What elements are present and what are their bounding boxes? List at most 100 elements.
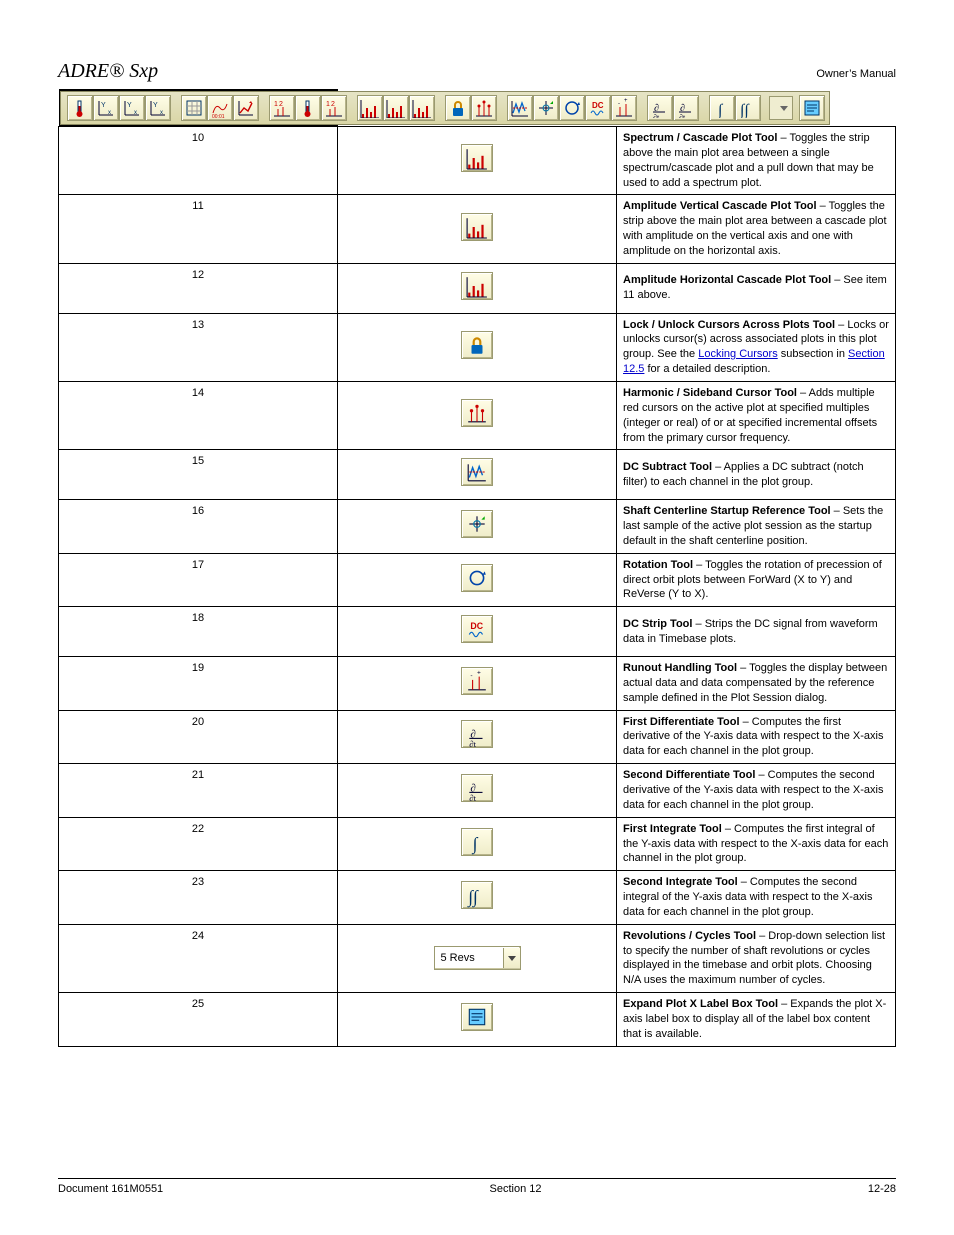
tb-time[interactable]: [207, 95, 233, 121]
revolutions-select-value: 5 Revs: [435, 951, 503, 966]
row-description: Spectrum / Cascade Plot Tool – Toggles t…: [617, 127, 896, 195]
tb-values[interactable]: [295, 95, 321, 121]
table-row: 22First Integrate Tool – Computes the fi…: [59, 817, 896, 871]
expand-label-box-icon: [802, 98, 822, 118]
row-icon-cell: [338, 817, 617, 871]
row-number: 14: [59, 381, 338, 449]
dc-strip-button[interactable]: [461, 615, 493, 643]
expand-label-box-button[interactable]: [461, 1003, 493, 1031]
row-number: 20: [59, 710, 338, 764]
lock-unlock-cursors-button[interactable]: [461, 331, 493, 359]
tb-thermometer[interactable]: [67, 95, 93, 121]
secondary-plot-toolbar: [60, 91, 830, 125]
tb-yminmax-b[interactable]: [119, 95, 145, 121]
chevron-down-icon: [780, 106, 788, 111]
amplitude-vertical-icon: [466, 214, 488, 240]
tool-title: First Integrate Tool: [623, 823, 722, 835]
tb-centerline[interactable]: [533, 95, 559, 121]
revolutions-dropdown[interactable]: [769, 96, 793, 120]
row-description: DC Subtract Tool – Applies a DC subtract…: [617, 450, 896, 500]
row-icon-cell: [338, 657, 617, 711]
table-row: 25Expand Plot X Label Box Tool – Expands…: [59, 993, 896, 1047]
row-number: 19: [59, 657, 338, 711]
tool-title: First Differentiate Tool: [623, 716, 740, 728]
amplitude-horizontal-button[interactable]: [461, 272, 493, 300]
revolutions-select-button[interactable]: [503, 948, 520, 968]
tool-title: DC Strip Tool: [623, 618, 692, 630]
tb-amp-vert[interactable]: [383, 95, 409, 121]
row-icon-cell: [338, 871, 617, 925]
rotation-button[interactable]: [461, 564, 493, 592]
amplitude-vertical-button[interactable]: [461, 213, 493, 241]
axis-12-icon: [272, 98, 292, 118]
tb-d1[interactable]: [647, 95, 673, 121]
footer-section: Section 12: [490, 1183, 542, 1195]
tool-title: Amplitude Vertical Cascade Plot Tool: [623, 200, 817, 212]
values-icon: [298, 98, 318, 118]
tb-dcsub[interactable]: [507, 95, 533, 121]
tb-axis-1p2[interactable]: [269, 95, 295, 121]
tb-spectrum[interactable]: [357, 95, 383, 121]
second-differentiate-icon: [466, 775, 488, 801]
harmonic-sideband-icon: [466, 400, 488, 426]
first-differentiate-button[interactable]: [461, 720, 493, 748]
tb-expand[interactable]: [799, 95, 825, 121]
row-description: Amplitude Horizontal Cascade Plot Tool –…: [617, 263, 896, 313]
harmonic-sideband-icon: [474, 98, 494, 118]
x-range-icon: [148, 98, 168, 118]
tool-title: Rotation Tool: [623, 559, 693, 571]
tb-runout[interactable]: [611, 95, 637, 121]
table-row: 15DC Subtract Tool – Applies a DC subtra…: [59, 450, 896, 500]
row-description: Second Differentiate Tool – Computes the…: [617, 764, 896, 818]
tb-dcstrip[interactable]: [585, 95, 611, 121]
dc-strip-icon: [588, 98, 608, 118]
runout-icon: [614, 98, 634, 118]
tb-amp-horz[interactable]: [409, 95, 435, 121]
table-row: 16Shaft Centerline Startup Reference Too…: [59, 500, 896, 554]
tool-title: Spectrum / Cascade Plot Tool: [623, 132, 777, 144]
tool-title: Amplitude Horizontal Cascade Plot Tool: [623, 274, 831, 286]
table-row: 11Amplitude Vertical Cascade Plot Tool –…: [59, 195, 896, 263]
first-integrate-button[interactable]: [461, 828, 493, 856]
tb-yminmax-a[interactable]: [93, 95, 119, 121]
tb-xrange[interactable]: [145, 95, 171, 121]
spectrum-cascade-icon: [466, 145, 488, 171]
tb-grid[interactable]: [181, 95, 207, 121]
second-differentiate-button[interactable]: [461, 774, 493, 802]
row-description: Runout Handling Tool – Toggles the displ…: [617, 657, 896, 711]
spectrum-cascade-button[interactable]: [461, 144, 493, 172]
tb-labels-123[interactable]: [321, 95, 347, 121]
tb-rotation[interactable]: [559, 95, 585, 121]
shaft-centerline-icon: [536, 98, 556, 118]
tb-trend[interactable]: [233, 95, 259, 121]
row-number: 25: [59, 993, 338, 1047]
row-description: Harmonic / Sideband Cursor Tool – Adds m…: [617, 381, 896, 449]
harmonic-sideband-button[interactable]: [461, 399, 493, 427]
second-integrate-icon: [466, 882, 488, 908]
chevron-down-icon: [508, 956, 516, 961]
tb-i2[interactable]: [735, 95, 761, 121]
expand-label-box-icon: [466, 1004, 488, 1030]
tb-d2[interactable]: [673, 95, 699, 121]
footer-doc: Document 161M0551: [58, 1183, 163, 1195]
rotation-icon: [466, 565, 488, 591]
manual-label: Owner’s Manual: [816, 68, 896, 80]
shaft-centerline-icon: [466, 511, 488, 537]
table-row: 19 Runout Handling Tool – Toggles the dis…: [59, 657, 896, 711]
shaft-centerline-button[interactable]: [461, 510, 493, 538]
first-derivative-icon: [650, 98, 670, 118]
second-integrate-button[interactable]: [461, 881, 493, 909]
tb-i1[interactable]: [709, 95, 735, 121]
tool-title: DC Subtract Tool: [623, 461, 712, 473]
tb-harmonic[interactable]: [471, 95, 497, 121]
page-footer: Document 161M0551 Section 12 12-28: [58, 1178, 896, 1195]
tb-lock[interactable]: [445, 95, 471, 121]
table-row: 20First Differentiate Tool – Computes th…: [59, 710, 896, 764]
runout-handling-button[interactable]: [461, 667, 493, 695]
tool-title: Runout Handling Tool: [623, 662, 737, 674]
row-number: 22: [59, 817, 338, 871]
revolutions-select[interactable]: 5 Revs: [434, 946, 521, 970]
dc-subtract-button[interactable]: [461, 458, 493, 486]
link-locking-cursors[interactable]: Locking Cursors: [698, 348, 777, 360]
row-description: Amplitude Vertical Cascade Plot Tool – T…: [617, 195, 896, 263]
